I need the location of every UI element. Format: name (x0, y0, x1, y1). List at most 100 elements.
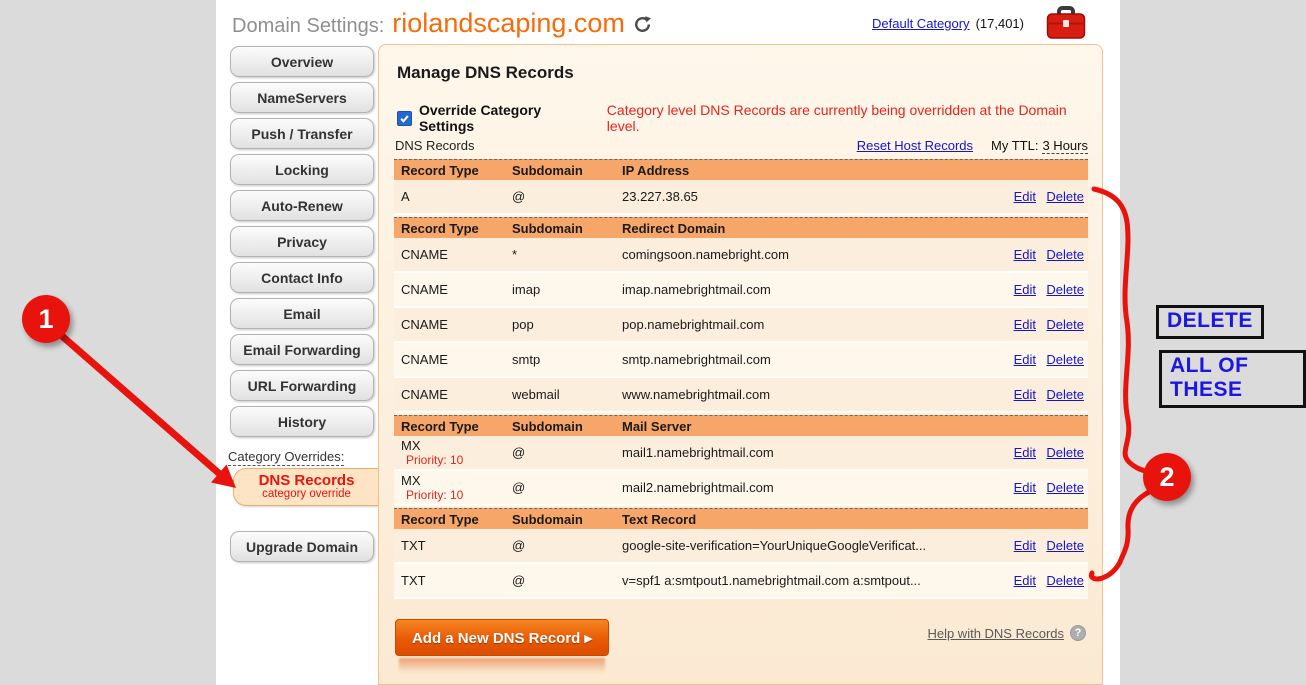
sidebar-item-history[interactable]: History (230, 406, 374, 437)
help-dns-records-link[interactable]: Help with DNS Records (927, 626, 1064, 641)
header-right: Default Category (17,401) (872, 16, 1024, 31)
sidebar-item-upgrade-domain[interactable]: Upgrade Domain (230, 531, 374, 562)
subdomain-cell: imap (512, 282, 622, 297)
delete-link[interactable]: Delete (1046, 538, 1084, 553)
dns-section: Record Type Subdomain IP Address A @ 23.… (394, 159, 1088, 215)
column-header-record-type: Record Type (401, 419, 512, 434)
dns-section: Record Type Subdomain Redirect Domain CN… (394, 217, 1088, 413)
override-category-checkbox[interactable] (397, 111, 412, 126)
record-value-cell: comingsoon.namebright.com (622, 247, 1002, 262)
subdomain-cell: webmail (512, 387, 622, 402)
dns-section: Record Type Subdomain Text Record TXT @ … (394, 508, 1088, 599)
sidebar-item-contact-info[interactable]: Contact Info (230, 262, 374, 293)
sidebar-item-push-transfer[interactable]: Push / Transfer (230, 118, 374, 149)
delete-link[interactable]: Delete (1046, 189, 1084, 204)
edit-link[interactable]: Edit (1014, 317, 1036, 332)
delete-link[interactable]: Delete (1046, 317, 1084, 332)
toolbox-icon[interactable] (1046, 5, 1086, 45)
column-header-record-type: Record Type (401, 512, 512, 527)
subdomain-cell: @ (512, 445, 622, 460)
dns-section-rows: MX Priority: 10 @ mail1.namebrightmail.c… (394, 436, 1088, 506)
column-header-record-type: Record Type (401, 163, 512, 178)
edit-link[interactable]: Edit (1014, 247, 1036, 262)
help-question-icon[interactable]: ? (1070, 625, 1086, 641)
dns-record-row: CNAME imap imap.namebrightmail.com Edit … (394, 273, 1088, 308)
step1-arrow (62, 336, 236, 488)
dns-record-row: TXT @ v=spf1 a:smtpout1.namebrightmail.c… (394, 564, 1088, 599)
edit-link[interactable]: Edit (1014, 282, 1036, 297)
record-type-cell: TXT (401, 538, 512, 553)
add-dns-record-button[interactable]: Add a New DNS Record ▸ (395, 619, 609, 656)
my-ttl-label: My TTL: (991, 138, 1038, 153)
subdomain-cell: @ (512, 538, 622, 553)
dns-section-header: Record Type Subdomain IP Address (394, 159, 1088, 180)
help-row: Help with DNS Records ? (927, 625, 1086, 641)
edit-link[interactable]: Edit (1014, 480, 1036, 495)
page-header: Domain Settings: riolandscaping.com (232, 8, 652, 39)
sidebar-item-privacy[interactable]: Privacy (230, 226, 374, 257)
dns-section-rows: A @ 23.227.38.65 Edit Delete (394, 180, 1088, 215)
record-type-cell: CNAME (401, 387, 512, 402)
sidebar-item-label: Auto-Renew (261, 198, 343, 214)
sidebar-item-label: Email Forwarding (243, 342, 360, 358)
delete-link[interactable]: Delete (1046, 282, 1084, 297)
record-type-cell: A (401, 189, 512, 204)
subdomain-cell: * (512, 247, 622, 262)
subdomain-cell: @ (512, 573, 622, 588)
record-type-value: A (401, 189, 410, 204)
record-value-cell: v=spf1 a:smtpout1.namebrightmail.com a:s… (622, 573, 1002, 588)
dns-record-row: CNAME smtp smtp.namebrightmail.com Edit … (394, 343, 1088, 378)
checkmark-icon (399, 113, 410, 124)
sidebar-item-label: Overview (271, 54, 333, 70)
dns-record-row: CNAME pop pop.namebrightmail.com Edit De… (394, 308, 1088, 343)
record-type-cell: CNAME (401, 317, 512, 332)
sidebar-item-overview[interactable]: Overview (230, 46, 374, 77)
dns-record-row: MX Priority: 10 @ mail1.namebrightmail.c… (394, 436, 1088, 471)
record-value-cell: smtp.namebrightmail.com (622, 352, 1002, 367)
delete-link[interactable]: Delete (1046, 480, 1084, 495)
dns-tab-sublabel: category override (262, 488, 351, 501)
record-value-cell: google-site-verification=YourUniqueGoogl… (622, 538, 1002, 553)
column-header-record-type: Record Type (401, 221, 512, 236)
page-title: Manage DNS Records (397, 63, 574, 83)
default-category-link[interactable]: Default Category (872, 16, 970, 31)
record-type-cell: TXT (401, 573, 512, 588)
sidebar-item-label: History (278, 414, 326, 430)
sidebar-item-url-forwarding[interactable]: URL Forwarding (230, 370, 374, 401)
edit-link[interactable]: Edit (1014, 352, 1036, 367)
column-header-subdomain: Subdomain (512, 221, 622, 236)
sidebar-item-email-forwarding[interactable]: Email Forwarding (230, 334, 374, 365)
refresh-icon[interactable] (633, 15, 652, 39)
record-type-cell: MX Priority: 10 (401, 438, 512, 467)
edit-link[interactable]: Edit (1014, 387, 1036, 402)
delete-link[interactable]: Delete (1046, 247, 1084, 262)
edit-link[interactable]: Edit (1014, 573, 1036, 588)
reset-host-records-link[interactable]: Reset Host Records (857, 138, 973, 153)
record-type-cell: CNAME (401, 352, 512, 367)
sidebar-item-nameservers[interactable]: NameServers (230, 82, 374, 113)
edit-link[interactable]: Edit (1014, 189, 1036, 204)
record-value-cell: 23.227.38.65 (622, 189, 1002, 204)
subdomain-cell: smtp (512, 352, 622, 367)
delete-link[interactable]: Delete (1046, 387, 1084, 402)
dns-record-row: TXT @ google-site-verification=YourUniqu… (394, 529, 1088, 564)
edit-link[interactable]: Edit (1014, 538, 1036, 553)
delete-link[interactable]: Delete (1046, 352, 1084, 367)
record-type-value: TXT (401, 538, 426, 553)
record-type-value: MX (401, 438, 421, 453)
sidebar-item-locking[interactable]: Locking (230, 154, 374, 185)
sidebar-item-auto-renew[interactable]: Auto-Renew (230, 190, 374, 221)
delete-link[interactable]: Delete (1046, 445, 1084, 460)
edit-link[interactable]: Edit (1014, 445, 1036, 460)
records-bar: DNS Records Reset Host Records My TTL: 3… (395, 138, 1088, 154)
category-overrides-label[interactable]: Category Overrides: (228, 449, 344, 466)
delete-link[interactable]: Delete (1046, 573, 1084, 588)
ttl-value-link[interactable]: 3 Hours (1042, 138, 1088, 154)
record-type-value: CNAME (401, 352, 448, 367)
record-type-value: CNAME (401, 317, 448, 332)
column-header-subdomain: Subdomain (512, 163, 622, 178)
sidebar-item-dns-records[interactable]: DNS Records category override (233, 468, 379, 506)
column-header-subdomain: Subdomain (512, 512, 622, 527)
sidebar-item-email[interactable]: Email (230, 298, 374, 329)
record-type-cell: MX Priority: 10 (401, 473, 512, 502)
